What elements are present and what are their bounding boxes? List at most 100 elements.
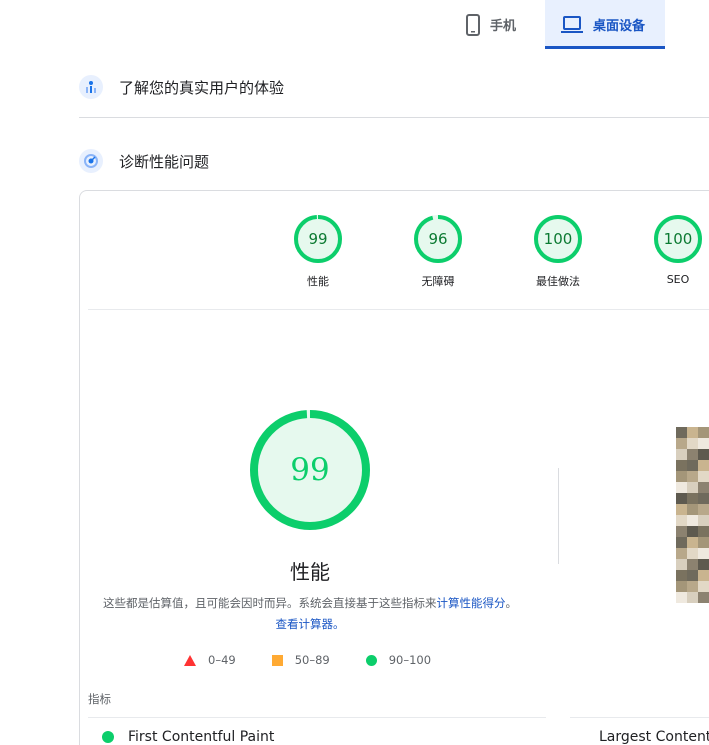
gauge-label: 最佳做法	[536, 275, 580, 288]
thumbnail-pixel	[676, 449, 687, 460]
thumbnail-pixel	[698, 449, 709, 460]
gauge-score: 99	[308, 230, 328, 248]
gauge-seo[interactable]: 100 SEO	[633, 214, 709, 286]
page-screenshot-thumbnail	[676, 427, 709, 607]
thumbnail-pixel	[676, 581, 687, 592]
vertical-divider	[558, 468, 559, 564]
thumbnail-pixel	[687, 427, 698, 438]
circle-icon	[365, 654, 377, 666]
metrics-heading: 指标	[88, 692, 111, 706]
real-users-section[interactable]: 了解您的真实用户的体验	[79, 75, 284, 99]
thumbnail-pixel	[676, 427, 687, 438]
thumbnail-pixel	[676, 526, 687, 537]
diagnose-title: 诊断性能问题	[119, 152, 210, 171]
thumbnail-pixel	[687, 449, 698, 460]
thumbnail-pixel	[698, 526, 709, 537]
thumbnail-pixel	[687, 471, 698, 482]
legend-range: 0–49	[208, 653, 236, 667]
thumbnail-pixel	[676, 493, 687, 504]
thumbnail-pixel	[698, 493, 709, 504]
thumbnail-pixel	[676, 482, 687, 493]
thumbnail-pixel	[676, 471, 687, 482]
thumbnail-pixel	[698, 548, 709, 559]
metric-name: Largest Contentful Paint	[599, 729, 709, 745]
legend-average: 50–89	[271, 653, 330, 667]
thumbnail-pixel	[676, 559, 687, 570]
thumbnail-pixel	[698, 592, 709, 603]
metric-name: First Contentful Paint	[128, 729, 275, 745]
performance-score: 99	[290, 452, 330, 488]
thumbnail-pixel	[676, 438, 687, 449]
thumbnail-pixel	[687, 504, 698, 515]
legend-range: 90–100	[388, 653, 432, 667]
gauge-performance[interactable]: 99 性能	[273, 214, 363, 289]
laptop-icon	[561, 15, 583, 33]
gauge-score: 100	[543, 230, 573, 248]
thumbnail-pixel	[687, 460, 698, 471]
diagnose-section[interactable]: 诊断性能问题	[79, 149, 209, 173]
tab-desktop-label: 桌面设备	[593, 19, 646, 34]
thumbnail-pixel	[698, 504, 709, 515]
thumbnail-pixel	[698, 471, 709, 482]
gauge-score: 100	[663, 230, 693, 248]
performance-label: 性能	[290, 560, 330, 584]
section-divider	[79, 117, 709, 118]
thumbnail-pixel	[687, 581, 698, 592]
description-text: 这些都是估算值，且可能会因时而异。系统会直接基于这些指标来	[103, 596, 437, 610]
thumbnail-pixel	[698, 537, 709, 548]
category-gauges: 99 性能 96 无障碍 100 最佳做法 100 SEO	[0, 214, 709, 294]
thumbnail-pixel	[687, 493, 698, 504]
legend-poor: 0–49	[184, 653, 236, 667]
view-calculator-link[interactable]: 查看计算器。	[276, 617, 345, 631]
thumbnail-pixel	[687, 592, 698, 603]
thumbnail-pixel	[698, 482, 709, 493]
gauge-score: 96	[428, 230, 448, 248]
gauge-accessibility[interactable]: 96 无障碍	[393, 214, 483, 289]
score-legend: 0–49 50–89 90–100	[184, 653, 467, 667]
phone-icon	[466, 13, 480, 36]
gauge-label: SEO	[666, 273, 690, 286]
thumbnail-pixel	[698, 581, 709, 592]
thumbnail-pixel	[698, 460, 709, 471]
thumbnail-pixel	[676, 570, 687, 581]
thumbnail-pixel	[676, 460, 687, 471]
metric-fcp[interactable]: First Contentful Paint	[102, 729, 274, 745]
thumbnail-pixel	[676, 515, 687, 526]
thumbnail-pixel	[676, 537, 687, 548]
thumbnail-pixel	[687, 526, 698, 537]
real-users-title: 了解您的真实用户的体验	[119, 78, 285, 97]
gauges-divider	[88, 309, 709, 310]
thumbnail-pixel	[687, 482, 698, 493]
thumbnail-pixel	[687, 537, 698, 548]
thumbnail-pixel	[698, 438, 709, 449]
gauge-label: 性能	[307, 275, 329, 288]
thumbnail-pixel	[698, 570, 709, 581]
legend-range: 50–89	[294, 653, 330, 667]
thumbnail-pixel	[698, 427, 709, 438]
thumbnail-pixel	[698, 559, 709, 570]
thumbnail-pixel	[687, 570, 698, 581]
metric-lcp[interactable]: Largest Contentful Paint	[585, 729, 709, 745]
thumbnail-pixel	[676, 504, 687, 515]
gauge-label: 无障碍	[421, 275, 455, 288]
thumbnail-pixel	[676, 592, 687, 603]
good-status-icon	[102, 731, 114, 743]
diagnose-gauge-icon	[79, 149, 103, 173]
device-tabs: 手机 桌面设备	[450, 0, 665, 49]
users-chart-icon	[79, 75, 103, 99]
thumbnail-pixel	[698, 515, 709, 526]
thumbnail-pixel	[687, 548, 698, 559]
tab-mobile[interactable]: 手机	[450, 0, 545, 49]
legend-good: 90–100	[365, 653, 432, 667]
thumbnail-pixel	[687, 559, 698, 570]
metrics-divider	[88, 717, 546, 718]
tab-desktop[interactable]: 桌面设备	[545, 0, 665, 49]
tab-mobile-label: 手机	[490, 19, 517, 34]
gauge-best-practices[interactable]: 100 最佳做法	[513, 214, 603, 289]
thumbnail-pixel	[687, 438, 698, 449]
thumbnail-pixel	[676, 548, 687, 559]
performance-description: 这些都是估算值，且可能会因时而异。系统会直接基于这些指标来计算性能得分。 查看计…	[100, 593, 520, 635]
calc-score-link[interactable]: 计算性能得分	[437, 596, 506, 610]
thumbnail-pixel	[687, 515, 698, 526]
description-separator: 。	[505, 596, 518, 610]
